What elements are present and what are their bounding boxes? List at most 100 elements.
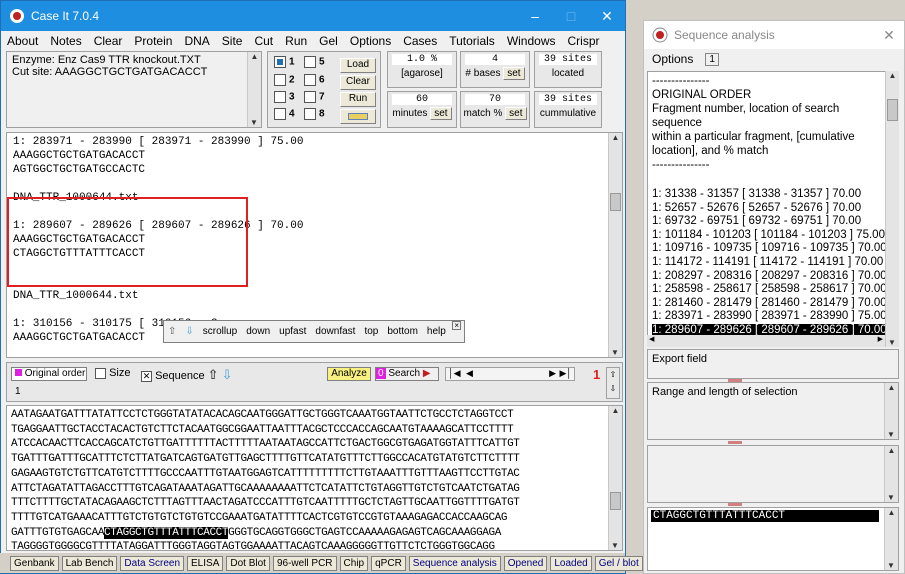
scroll-up-icon[interactable]: ▲ — [248, 52, 261, 61]
menu-options[interactable]: Options — [344, 34, 397, 48]
splitter-handle[interactable] — [728, 503, 742, 506]
options-value[interactable]: 1 — [705, 52, 719, 66]
scroll-up-icon[interactable]: ▲ — [885, 383, 898, 392]
lane-checkbox[interactable] — [304, 108, 316, 121]
menu-site[interactable]: Site — [216, 34, 249, 48]
gel-preview-button[interactable] — [340, 109, 376, 124]
minimize-icon[interactable]: – — [517, 1, 553, 31]
match-value[interactable]: 70 — [465, 94, 525, 105]
menu-notes[interactable]: Notes — [44, 34, 87, 48]
scroll-up-icon[interactable]: ▲ — [886, 71, 899, 80]
scroll-up-icon[interactable]: ▲ — [609, 133, 622, 142]
seq-result-row[interactable]: 1: 52657 - 52676 [ 52657 - 52676 ] 70.00 — [652, 202, 886, 216]
sequence-check[interactable]: ✕ — [141, 370, 152, 382]
popup-scrollup[interactable]: scrollup — [203, 326, 237, 337]
menu-crispr[interactable]: Crispr — [562, 34, 606, 48]
scroll-down-icon[interactable]: ▼ — [885, 561, 897, 570]
scroll-down-icon[interactable]: ▼ — [609, 348, 621, 357]
minutes-set-button[interactable]: set — [430, 107, 452, 120]
load-button[interactable]: Load — [340, 58, 376, 73]
seq-titlebar[interactable]: Sequence analysis ✕ — [644, 21, 904, 49]
nav-prev-icon[interactable]: ◀ — [466, 368, 473, 379]
lane-checkbox[interactable] — [274, 91, 286, 104]
menu-run[interactable]: Run — [279, 34, 313, 48]
lane-6[interactable]: 6 — [304, 73, 334, 91]
menu-protein[interactable]: Protein — [128, 34, 178, 48]
results-scroll-thumb[interactable] — [610, 193, 621, 211]
taskbar-data-screen[interactable]: Data Screen — [120, 555, 185, 571]
dna-sequence-pane[interactable]: AATAGAATGATTTATATTCCTCTGGGTATATACACAGCAA… — [6, 405, 623, 551]
sequence-up-icon[interactable]: ⇧ — [208, 367, 219, 382]
main-titlebar[interactable]: Case It 7.0.4 – □ ✕ — [1, 1, 625, 31]
scroll-up-icon[interactable]: ▲ — [609, 406, 622, 415]
menu-dna[interactable]: DNA — [178, 34, 215, 48]
taskbar-lab-bench[interactable]: Lab Bench — [61, 555, 118, 571]
search-button[interactable]: 0 Search ▶ — [375, 367, 439, 381]
taskbar-chip[interactable]: Chip — [339, 555, 369, 571]
scroll-down-icon[interactable]: ▼ — [609, 541, 621, 550]
taskbar-96-well-pcr[interactable]: 96-well PCR — [272, 555, 337, 571]
agarose-value[interactable]: 1.0 % — [392, 54, 452, 65]
seq-result-row[interactable]: 1: 109716 - 109735 [ 109716 - 109735 ] 7… — [652, 242, 887, 256]
sequence-checkbox[interactable]: ✕ Sequence ⇧ ⇩ — [141, 367, 233, 383]
taskbar-loaded[interactable]: Loaded — [550, 555, 592, 571]
seq-results-list[interactable]: --------------- ORIGINAL ORDER Fragment nu… — [647, 71, 891, 347]
lane-5[interactable]: 5 — [304, 56, 334, 73]
arrow-down-icon[interactable]: ⇩ — [185, 326, 193, 337]
close-icon[interactable]: ✕ — [589, 1, 625, 31]
export-field-box[interactable]: Export field — [647, 349, 899, 379]
maximize-icon[interactable]: □ — [553, 1, 589, 31]
taskbar-qpcr[interactable]: qPCR — [371, 555, 406, 571]
nav-first-icon[interactable]: │◀ — [448, 368, 461, 379]
nav-last-icon[interactable]: ▶│ — [559, 368, 572, 379]
results-pane[interactable]: 1: 283971 - 283990 [ 283971 - 283990 ] 7… — [6, 132, 623, 358]
seq-result-row[interactable]: 1: 31338 - 31357 [ 31338 - 31357 ] 70.00 — [652, 188, 886, 202]
original-order-button[interactable]: Original order — [11, 367, 87, 381]
taskbar-sequence-analysis[interactable]: Sequence analysis — [408, 555, 501, 571]
seq-result-row[interactable]: 1: 114172 - 114191 [ 114172 - 114191 ] 7… — [652, 256, 886, 270]
seq-result-row[interactable]: 1: 208297 - 208316 [ 208297 - 208316 ] 7… — [652, 270, 887, 284]
popup-bottom[interactable]: bottom — [387, 326, 418, 337]
close-icon[interactable]: ✕ — [874, 21, 904, 50]
seq-results-scrollbar[interactable]: ▲ ▼ — [885, 71, 899, 347]
popup-upfast[interactable]: upfast — [279, 326, 306, 337]
seq-result-row[interactable]: 1: 258598 - 258617 [ 258598 - 258617 ] 7… — [652, 283, 887, 297]
scroll-right-icon[interactable]: ▶ — [878, 335, 883, 343]
match-set-button[interactable]: set — [505, 107, 527, 120]
lane-checkbox[interactable] — [304, 91, 316, 104]
dna-scrollbar[interactable]: ▲ ▼ — [608, 406, 622, 550]
popup-downfast[interactable]: downfast — [315, 326, 355, 337]
lane-2[interactable]: 2 — [274, 73, 304, 91]
seq-stepper-icon[interactable]: ⇧ ⇩ — [606, 367, 620, 399]
lane-checkbox[interactable] — [274, 108, 286, 121]
scroll-down-icon[interactable]: ▼ — [248, 118, 260, 127]
selection-box[interactable]: CTAGGCTGTTTATTTCACCT ▲ ▼ — [647, 507, 899, 571]
seq-results-thumb[interactable] — [887, 99, 898, 121]
lane-checkbox[interactable] — [304, 73, 316, 86]
taskbar-elisa[interactable]: ELISA — [187, 555, 224, 571]
lane-4[interactable]: 4 — [274, 108, 304, 125]
scroll-left-icon[interactable]: ◀ — [649, 335, 654, 343]
lane-1[interactable]: 1 — [274, 56, 304, 73]
results-scrollbar[interactable]: ▲ ▼ — [608, 133, 622, 357]
minutes-value[interactable]: 60 — [392, 94, 452, 105]
range-scrollbar[interactable]: ▲ ▼ — [884, 383, 898, 439]
empty-field-box[interactable]: ▲ ▼ — [647, 445, 899, 503]
seq-result-row[interactable]: 1: 281460 - 281479 [ 281460 - 281479 ] 7… — [652, 297, 887, 311]
scroll-down-icon[interactable]: ▼ — [886, 338, 898, 347]
lane-7[interactable]: 7 — [304, 91, 334, 108]
menu-cases[interactable]: Cases — [397, 34, 443, 48]
menu-tutorials[interactable]: Tutorials — [443, 34, 501, 48]
size-check[interactable] — [95, 367, 106, 379]
scroll-down-icon[interactable]: ▼ — [885, 430, 897, 439]
clear-lanes-button[interactable]: Clear — [340, 75, 376, 90]
popup-top[interactable]: top — [364, 326, 378, 337]
seq-result-row[interactable]: 1: 101184 - 101203 [ 101184 - 101203 ] 7… — [652, 229, 886, 243]
seq-result-row[interactable]: 1: 69732 - 69751 [ 69732 - 69751 ] 70.00 — [652, 215, 886, 229]
menu-clear[interactable]: Clear — [88, 34, 129, 48]
run-button[interactable]: Run — [340, 92, 376, 107]
splitter-handle[interactable] — [728, 441, 742, 444]
menu-windows[interactable]: Windows — [501, 34, 562, 48]
empty-scrollbar[interactable]: ▲ ▼ — [884, 446, 898, 502]
size-checkbox[interactable]: Size — [95, 367, 130, 379]
